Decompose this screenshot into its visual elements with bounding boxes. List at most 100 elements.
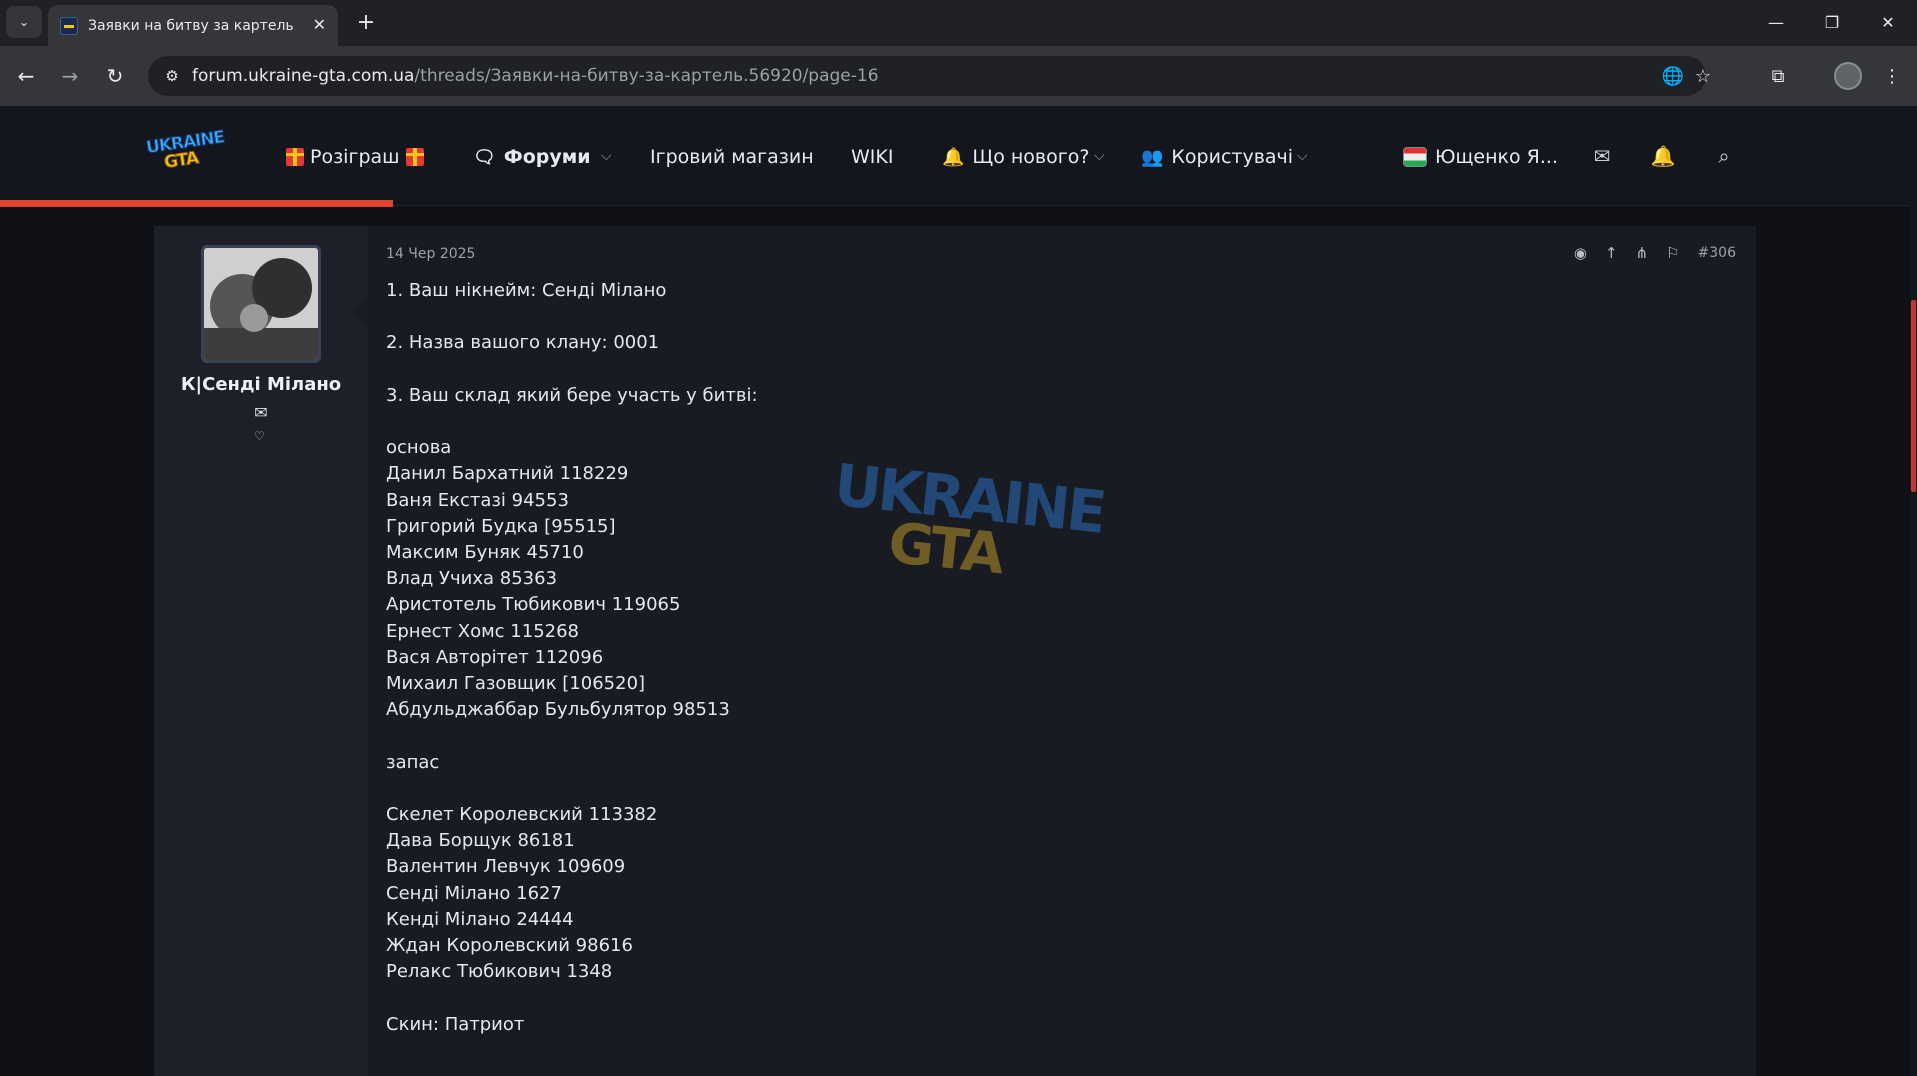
site-favicon-icon	[60, 16, 78, 35]
tab-title: Заявки на битву за картель | С	[88, 17, 298, 34]
gift-icon	[405, 148, 424, 166]
translate-icon[interactable]: 🌐	[1658, 62, 1688, 90]
url-text[interactable]: forum.ukraine-gta.com.ua/threads/Заявки-…	[192, 66, 879, 86]
user-avatar	[1403, 147, 1427, 167]
nav-wiki[interactable]: WIKI	[851, 142, 893, 172]
bell-icon: 🔔	[942, 146, 965, 168]
bookmark-icon[interactable]: ⚐	[1666, 244, 1679, 262]
post-content: 1. Ваш нікнейм: Сенді Мілано 2. Назва ваш…	[386, 278, 1686, 1038]
post-line: Скелет Королевский 113382	[386, 803, 658, 825]
post-line: Влад Учиха 85363	[386, 568, 558, 590]
post-line: Сенді Мілано 1627	[386, 882, 562, 904]
site-header: UKRAINE GTA Розіграш 🗨 Форуми ⌵ Ігровий …	[0, 106, 1917, 206]
gift-icon	[286, 148, 304, 166]
extensions-puzzle-icon[interactable]: ⧉	[1762, 60, 1794, 92]
nav-giveaway[interactable]: Розіграш	[280, 142, 430, 172]
share-icon[interactable]: ⋔	[1636, 244, 1649, 262]
nav-whats-new[interactable]: 🔔 Що нового?	[942, 142, 1089, 172]
tab-search-chevron-icon[interactable]: ⌄	[6, 6, 42, 38]
post-date[interactable]: 14 Чер 2025	[386, 246, 475, 262]
post-line: Ждан Королевский 98616	[386, 935, 633, 956]
scrollbar-track[interactable]	[1910, 106, 1917, 1076]
chrome-menu-icon[interactable]: ⋮	[1876, 60, 1908, 92]
url-host: forum.ukraine-gta.com.ua	[192, 66, 415, 86]
post-line: Михаил Газовщик [106520]	[386, 673, 646, 694]
nav-whats-new-label: Що нового?	[972, 146, 1090, 168]
nav-giveaway-label: Розіграш	[310, 146, 400, 168]
author-avatar[interactable]	[201, 245, 321, 363]
post-arrow	[352, 296, 368, 328]
post-line: 1. Ваш нікнейм: Сенді Мілано	[386, 280, 667, 301]
chevron-down-icon[interactable]: ⌵	[1297, 148, 1308, 164]
heart-icon: ♡	[254, 429, 265, 443]
post-line: Максим Буняк 45710	[386, 541, 584, 563]
react-chevron-icon[interactable]: ◉	[1574, 244, 1587, 262]
post-line: Григорий Будка [95515]	[386, 515, 616, 537]
nav-users[interactable]: 👥 Користувачі	[1141, 142, 1293, 172]
chevron-down-icon[interactable]: ⌵	[601, 148, 612, 164]
post-line: запас	[386, 751, 440, 773]
post-line: 2. Назва вашого клану: 0001	[386, 332, 660, 354]
post-body: 14 Чер 2025 ◉ ↑ ⋔ ⚐ #306 1. Ваш нікнейм:…	[368, 226, 1756, 1076]
post-line: Данил Бархатний 118229	[386, 463, 629, 485]
url-path: /threads/Заявки-на-битву-за-картель.5692…	[414, 66, 879, 86]
chat-bubble-icon: 🗨	[473, 146, 496, 168]
browser-tab-active[interactable]: Заявки на битву за картель | С ✕	[48, 5, 338, 46]
scrollbar-thumb[interactable]	[1911, 300, 1916, 492]
users-icon: 👥	[1141, 146, 1164, 168]
post-line: Ваня Екстазі 94553	[386, 489, 569, 511]
post-line: Дава Борщук 86181	[386, 830, 575, 852]
site-logo[interactable]: UKRAINE GTA	[144, 127, 225, 179]
back-arrow-icon[interactable]: ←	[10, 60, 42, 92]
post-actions: ◉ ↑ ⋔ ⚐ #306	[1574, 244, 1736, 262]
post-line: Скин: Патриот	[386, 1013, 525, 1035]
site-settings-icon[interactable]: ⚙	[152, 56, 192, 96]
browser-tabbar: ⌄ Заявки на битву за картель | С ✕ + — ❐…	[0, 0, 1917, 46]
post-line: Ернест Хомс 115268	[386, 620, 579, 642]
post-line: Релакс Тюбикович 1348	[386, 961, 613, 983]
reading-progress-bar	[0, 200, 393, 207]
nav-game-store[interactable]: Ігровий магазин	[650, 142, 814, 172]
author-name[interactable]: К|Сенді Мілано	[154, 374, 368, 395]
post-line: Вася Авторітет 112096	[386, 646, 604, 668]
envelope-icon[interactable]: ✉	[251, 403, 271, 422]
tab-close-icon[interactable]: ✕	[313, 15, 326, 34]
notification-bell-icon[interactable]: 🔔	[1649, 142, 1677, 170]
address-bar[interactable]: ⚙ forum.ukraine-gta.com.ua/threads/Заявк…	[148, 56, 1711, 96]
nav-wiki-label: WIKI	[851, 146, 894, 168]
arrow-up-icon[interactable]: ↑	[1605, 244, 1618, 262]
minimize-button[interactable]: —	[1756, 8, 1796, 36]
post-line: основа	[386, 437, 452, 459]
chevron-down-icon[interactable]: ⌵	[1094, 148, 1105, 164]
nav-forums-label: Форуми	[503, 146, 591, 168]
user-name: Ющенко Я...	[1435, 146, 1558, 168]
forward-arrow-icon[interactable]: →	[54, 60, 86, 92]
forum-post: К|Сенді Мілано ✉ ♡ 14 Чер 2025 ◉ ↑ ⋔ ⚐ #…	[154, 226, 1756, 1076]
close-window-button[interactable]: ✕	[1868, 8, 1908, 36]
post-line: 3. Ваш склад який бере участь у битві:	[386, 384, 758, 406]
search-icon[interactable]: ⌕	[1710, 142, 1738, 170]
profile-avatar-icon[interactable]	[1834, 62, 1862, 90]
nav-users-label: Користувачі	[1171, 146, 1294, 168]
user-menu[interactable]: Ющенко Я...	[1403, 142, 1558, 172]
post-line: Аристотель Тюбикович 119065	[386, 594, 681, 616]
bookmark-star-icon[interactable]: ☆	[1688, 62, 1718, 90]
post-user-cell: К|Сенді Мілано ✉ ♡	[154, 226, 368, 1076]
reload-icon[interactable]: ↻	[99, 60, 131, 92]
mail-icon[interactable]: ✉	[1588, 142, 1616, 170]
post-line: Абдульджаббар Бульбулятор 98513	[386, 699, 730, 721]
nav-forums[interactable]: 🗨 Форуми	[473, 142, 591, 172]
post-line: Валентин Левчук 109609	[386, 856, 626, 878]
restore-button[interactable]: ❐	[1812, 8, 1852, 36]
avatar-image	[204, 248, 318, 360]
post-line: Кенді Мілано 24444	[386, 908, 574, 930]
post-number[interactable]: #306	[1698, 245, 1736, 261]
nav-game-store-label: Ігровий магазин	[650, 146, 814, 168]
new-tab-button[interactable]: +	[352, 8, 380, 36]
